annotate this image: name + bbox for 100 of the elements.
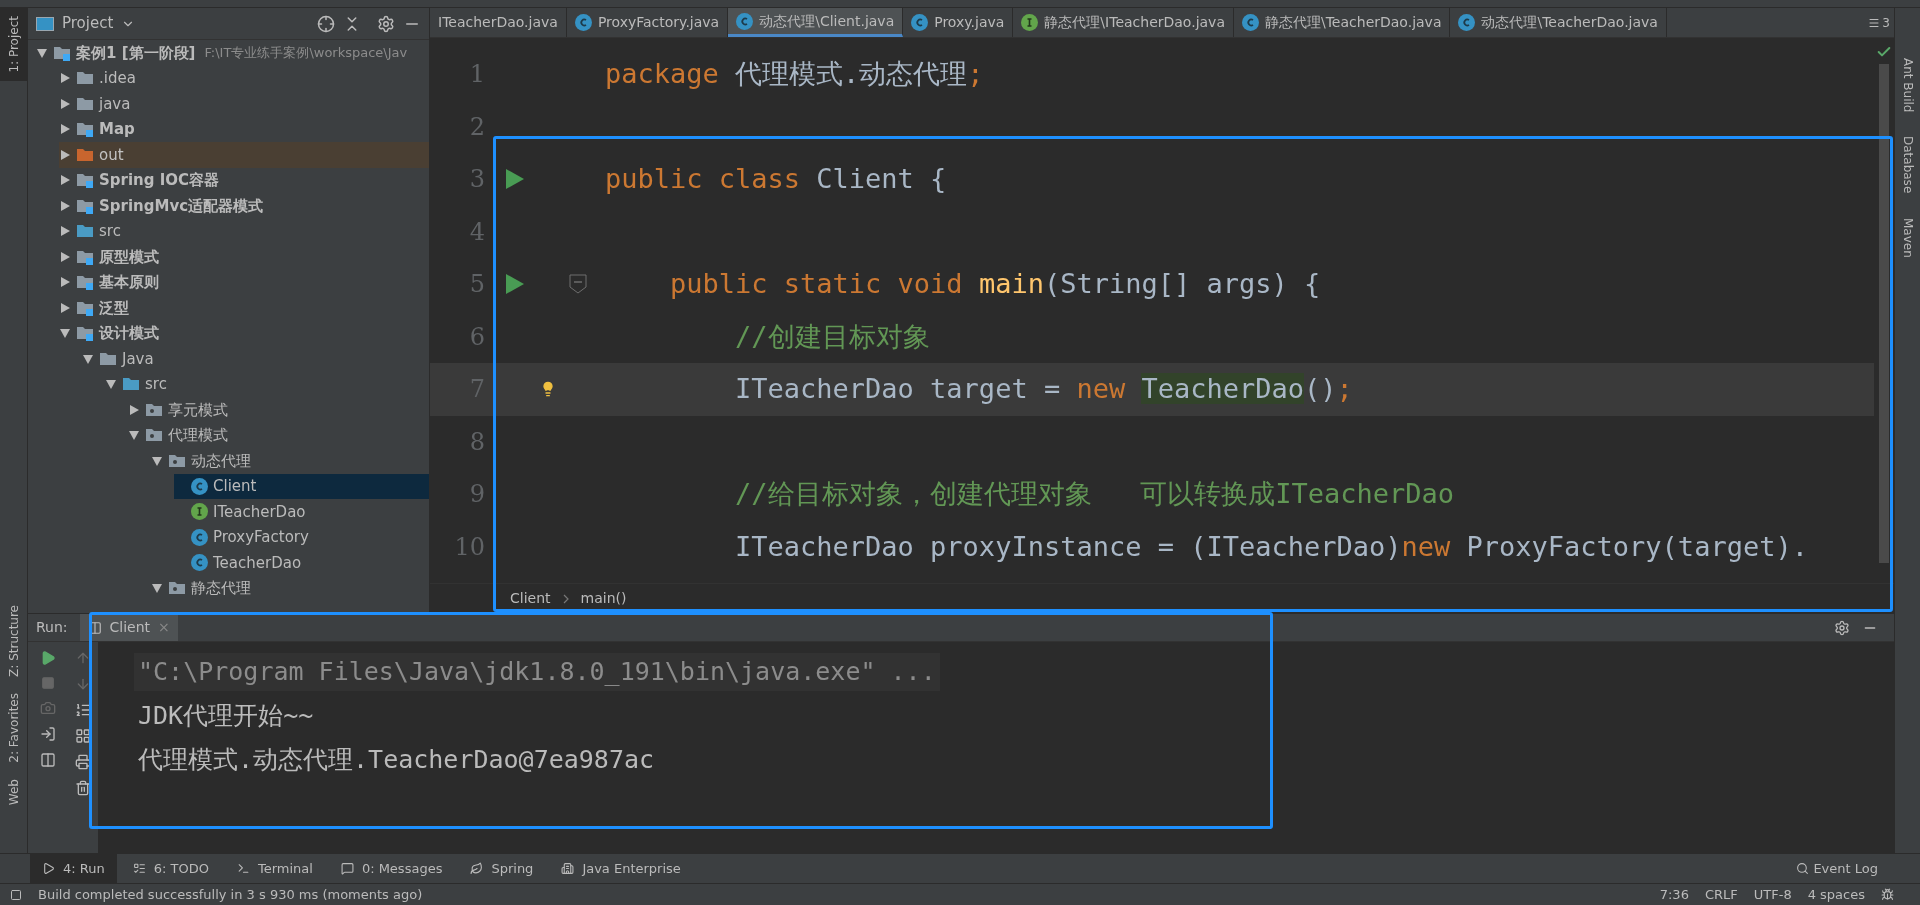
tree-item[interactable]: ITeacherDao <box>174 499 429 525</box>
tree-item[interactable]: java <box>59 91 429 117</box>
run-icon[interactable] <box>505 273 525 296</box>
tree-item[interactable]: 代理模式 <box>128 422 429 448</box>
code-line: public static void main(String[] args) { <box>669 267 1321 301</box>
settings-icon[interactable] <box>377 14 395 33</box>
collapsed-arrow-icon <box>59 148 71 161</box>
folder-icon <box>76 70 94 87</box>
line-number: 8 <box>468 426 485 458</box>
tree-item[interactable]: 原型模式 <box>59 244 429 270</box>
line-number: 10 <box>453 531 485 563</box>
spring-tool-icon <box>470 862 484 875</box>
tree-item[interactable]: ProxyFactory <box>174 524 429 550</box>
tree-item[interactable]: out <box>59 142 429 168</box>
folder-icon <box>76 146 94 163</box>
tree-item[interactable]: Java <box>82 346 429 372</box>
breadcrumb-item[interactable]: main() <box>580 588 627 609</box>
tool-window-tab[interactable]: Maven <box>1898 217 1917 258</box>
tree-item[interactable]: Spring IOC容器 <box>59 167 429 193</box>
tree-item-label: Spring IOC容器 <box>99 170 220 191</box>
tree-item-label: src <box>145 374 167 395</box>
tree-item[interactable]: Client <box>174 473 429 499</box>
collapsed-arrow-icon <box>59 123 71 136</box>
login-icon[interactable] <box>40 726 56 742</box>
module-folder-icon <box>76 299 94 316</box>
tool-window-button[interactable]: Spring <box>458 854 546 883</box>
tool-window-button[interactable]: 6: TODO <box>120 854 221 883</box>
tool-window-button[interactable]: 4: Run <box>30 854 117 883</box>
layout-icon[interactable] <box>40 752 56 768</box>
tree-item[interactable]: src <box>59 218 429 244</box>
locate-icon[interactable] <box>317 14 335 33</box>
tree-item[interactable]: 享元模式 <box>128 397 429 423</box>
class-icon <box>1242 14 1259 31</box>
module-folder-icon <box>76 121 94 138</box>
tree-item-label: 动态代理 <box>191 450 251 472</box>
tree-item[interactable]: 基本原则 <box>59 269 429 295</box>
tree-item[interactable]: 动态代理 <box>151 448 429 474</box>
status-message: Build completed successfully in 3 s 930 ms (moments ago) <box>38 885 423 904</box>
tree-item-label: java <box>99 93 131 115</box>
line-separator[interactable]: CRLF <box>1704 884 1738 905</box>
editor-tab[interactable]: ITeacherDao.java <box>430 8 567 37</box>
folder-icon <box>122 376 140 393</box>
search-icon <box>1796 862 1810 875</box>
editor-tab[interactable]: 动态代理\TeacherDao.java <box>1450 8 1667 37</box>
lightbulb-icon[interactable] <box>540 381 556 398</box>
module-folder-icon <box>76 325 94 342</box>
editor-tab[interactable]: 静态代理\ITeacherDao.java <box>1013 8 1234 37</box>
tree-item[interactable]: SpringMvc适配器模式 <box>59 193 429 219</box>
collapsed-arrow-icon <box>59 276 71 289</box>
tool-window-button[interactable]: Terminal <box>224 854 325 883</box>
editor-tab[interactable]: ProxyFactory.java <box>566 8 729 37</box>
editor-tab[interactable]: Proxy.java <box>903 8 1014 37</box>
tree-item[interactable]: Map <box>59 116 429 142</box>
class-icon <box>911 14 929 31</box>
tool-window-tab[interactable]: 2: Favorites <box>0 685 27 771</box>
tree-item[interactable]: 设计模式 <box>59 320 429 346</box>
print-icon[interactable] <box>75 754 91 770</box>
tree-item[interactable]: 案例1 [第一阶段] F:\IT专业练手案例\workspace\Jav <box>36 40 429 66</box>
breadcrumb-item[interactable]: Client <box>510 588 551 609</box>
run-tool-icon <box>42 862 55 875</box>
tree-item-label: out <box>99 144 124 166</box>
collapsed-arrow-icon <box>128 403 140 416</box>
settings-icon[interactable] <box>1834 619 1850 636</box>
tree-item[interactable]: src <box>105 371 429 397</box>
tool-window-button[interactable]: 0: Messages <box>328 854 455 883</box>
run-tab[interactable]: Client × <box>79 614 178 641</box>
tool-window-tab[interactable]: 1: Project <box>0 8 27 81</box>
package-folder-icon <box>168 452 186 469</box>
tree-item-label: .idea <box>99 68 136 89</box>
module-folder-icon <box>76 197 94 214</box>
collapsed-arrow-icon <box>59 174 71 187</box>
tool-window-button[interactable]: Java Enterprise <box>549 854 693 883</box>
todo-tool-icon <box>132 862 146 875</box>
trash-icon[interactable] <box>75 780 91 796</box>
chevron-right-icon <box>562 593 569 604</box>
bug-icon <box>1881 888 1894 901</box>
file-encoding[interactable]: UTF-8 <box>1753 884 1792 905</box>
terminal-tool-icon <box>236 862 250 875</box>
code-line: //创建目标对象 <box>734 319 930 354</box>
tool-window-tab[interactable]: Web <box>0 770 27 813</box>
tool-window-tab[interactable]: Ant Build <box>1898 58 1917 113</box>
tabs-overflow-button[interactable]: 3 <box>1864 8 1894 37</box>
caret-position[interactable]: 7:36 <box>1659 884 1689 905</box>
tree-item[interactable]: 泛型 <box>59 295 429 321</box>
tree-item[interactable]: TeacherDao <box>174 550 429 576</box>
event-log-button[interactable]: Event Log <box>1784 858 1890 879</box>
code-line: package 代理模式.动态代理; <box>605 57 984 91</box>
tool-window-tab[interactable]: Z: Structure <box>0 597 27 686</box>
editor-tab[interactable]: 静态代理\TeacherDao.java <box>1234 8 1451 37</box>
tree-item[interactable]: .idea <box>59 65 429 91</box>
rerun-icon[interactable] <box>40 650 56 666</box>
editor-tab[interactable]: 动态代理\Client.java <box>728 8 904 37</box>
class-icon <box>736 12 754 30</box>
run-icon[interactable] <box>505 168 525 191</box>
code-line: //给目标对象，创建代理对象 可以转换成ITeacherDao <box>734 477 1455 511</box>
package-folder-icon <box>145 427 163 444</box>
indent-setting[interactable]: 4 spaces <box>1807 884 1865 905</box>
tool-window-tab[interactable]: Database <box>1898 136 1917 194</box>
package-folder-icon <box>145 401 163 418</box>
tree-item[interactable]: 静态代理 <box>151 575 429 601</box>
